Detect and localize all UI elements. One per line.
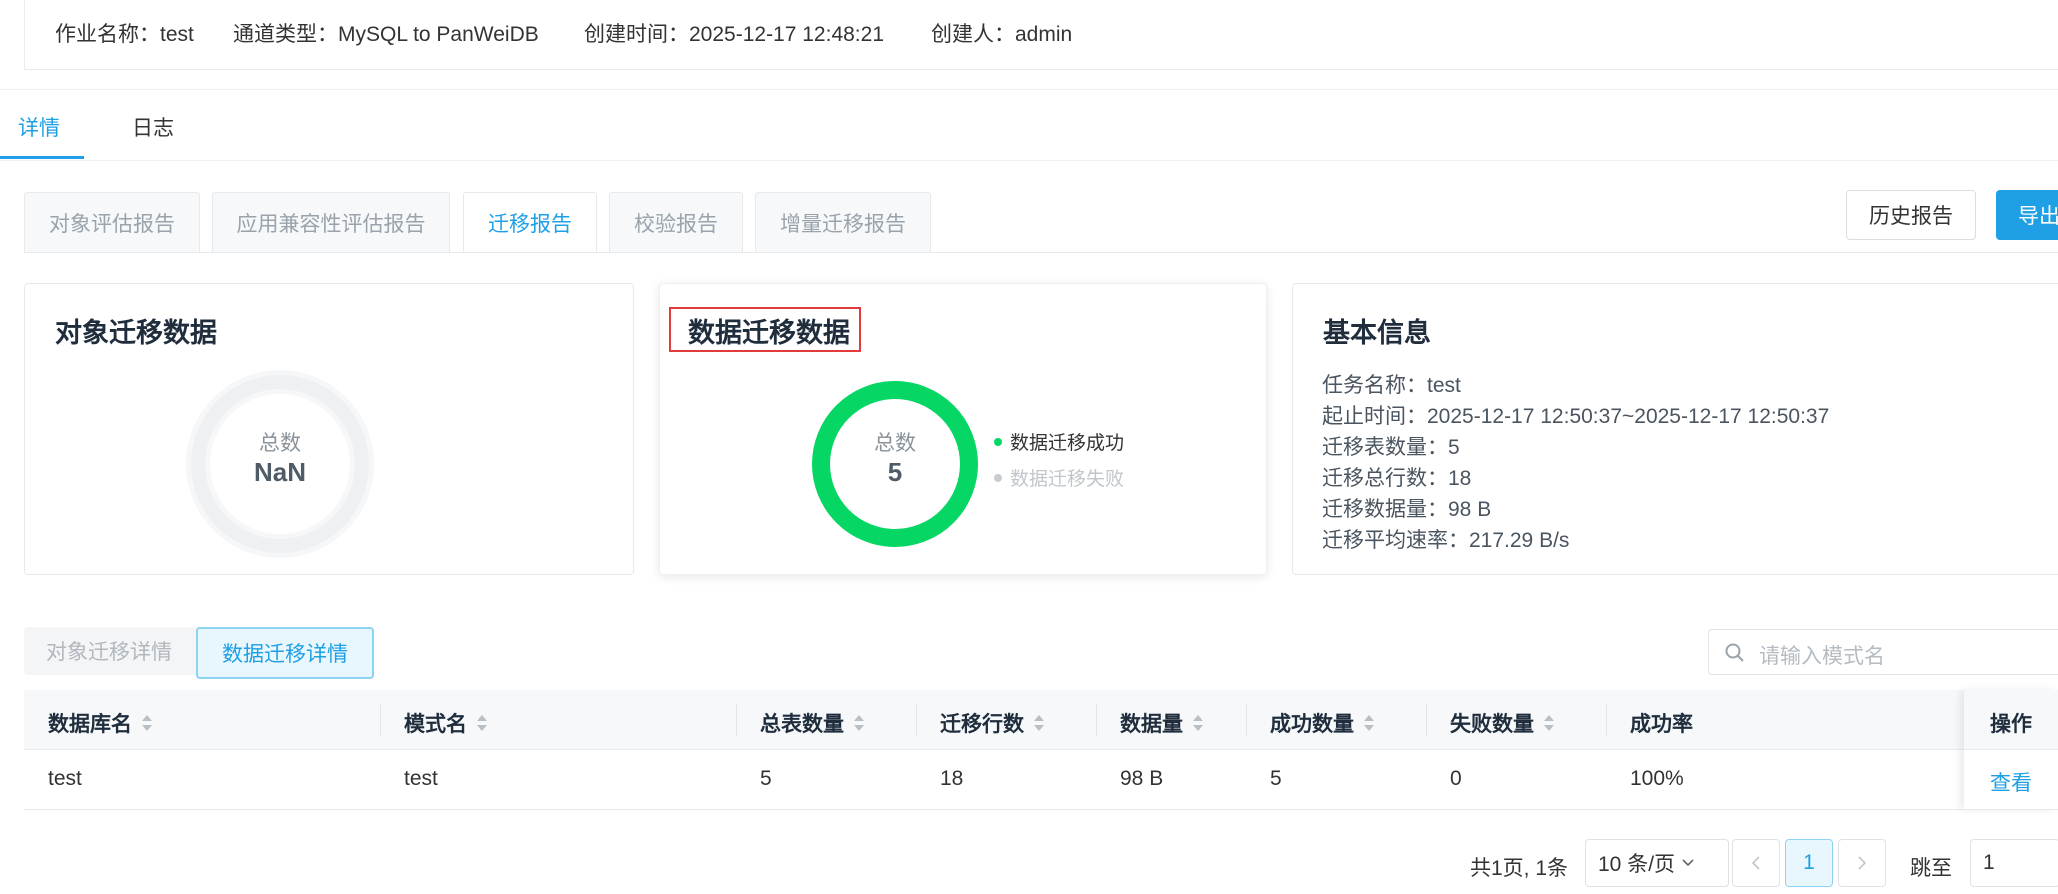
- legend-success: 数据迁移成功: [994, 428, 1124, 455]
- chevron-left-icon: [1751, 856, 1760, 870]
- chevron-right-icon: [1858, 856, 1867, 870]
- donut-total-label: 总数: [874, 432, 916, 455]
- fixed-action-column-shadow: [1964, 690, 2058, 810]
- sort-icon: [477, 715, 487, 731]
- legend-dot: [994, 437, 1002, 446]
- chevron-down-icon: [1682, 859, 1694, 867]
- card-title: 对象迁移数据: [55, 318, 217, 348]
- cell-data-volume: 98 B: [1120, 767, 1164, 790]
- col-header-success-rate: 成功率: [1630, 713, 1693, 736]
- cell-row-count: 18: [940, 767, 964, 790]
- creator: 创建人：admin: [931, 23, 1073, 46]
- page-size-select[interactable]: 10 条/页: [1585, 839, 1729, 887]
- sort-icon: [1034, 715, 1044, 731]
- legend-label: 数据迁移成功: [1010, 433, 1125, 454]
- cell-schema: test: [404, 767, 438, 790]
- tab-app-compat-assessment[interactable]: 应用兼容性评估报告: [212, 192, 450, 252]
- search-icon: [1725, 643, 1744, 662]
- info-avg-rate: 迁移平均速率：217.29 B/s: [1322, 529, 1570, 552]
- donut-total-label: 总数: [259, 432, 301, 455]
- divider: [0, 160, 2058, 161]
- legend-failure: 数据迁移失败: [994, 464, 1124, 491]
- cell-success-count: 5: [1270, 767, 1282, 790]
- detail-toggle-group: 对象迁移详情 数据迁移详情: [24, 627, 374, 679]
- col-header-data-volume[interactable]: 数据量: [1120, 708, 1203, 738]
- jump-label: 跳至: [1910, 857, 1952, 880]
- sort-icon: [854, 715, 864, 731]
- pagination-summary: 共1页, 1条: [1470, 857, 1569, 880]
- active-tab-indicator: [0, 156, 84, 159]
- info-task-name: 任务名称：test: [1322, 374, 1461, 397]
- table-header: 数据库名 模式名 总表数量 迁移行数 数据量 成功数量 失败数量 成功率 操作: [24, 690, 2058, 750]
- prev-page-button[interactable]: [1732, 839, 1780, 887]
- tab-details[interactable]: 详情: [18, 112, 60, 142]
- col-header-fail-count[interactable]: 失败数量: [1450, 708, 1554, 738]
- divider: [0, 89, 2058, 90]
- cell-table-count: 5: [760, 767, 772, 790]
- card-title: 基本信息: [1323, 318, 1431, 348]
- history-report-button[interactable]: 历史报告: [1846, 190, 1976, 240]
- tab-verification-report[interactable]: 校验报告: [609, 192, 743, 252]
- donut-total-value: NaN: [253, 457, 306, 487]
- highlight-box: [669, 307, 861, 352]
- job-name: 作业名称：test: [55, 23, 194, 46]
- next-page-button[interactable]: [1838, 839, 1886, 887]
- page-number-button[interactable]: 1: [1785, 839, 1833, 887]
- export-button[interactable]: 导出: [1996, 190, 2058, 240]
- sort-icon: [142, 715, 152, 731]
- legend-dot: [994, 473, 1002, 482]
- col-header-database[interactable]: 数据库名: [48, 708, 152, 738]
- toggle-object-details[interactable]: 对象迁移详情: [24, 627, 194, 675]
- job-info-bar: 作业名称：test 通道类型：MySQL to PanWeiDB 创建时间：20…: [24, 0, 2058, 70]
- info-time-range: 起止时间：2025-12-17 12:50:37~2025-12-17 12:5…: [1322, 405, 1830, 428]
- info-data-volume: 迁移数据量：98 B: [1322, 498, 1492, 521]
- tabs-baseline: [24, 252, 2058, 253]
- donut-total-value: 5: [887, 457, 903, 487]
- cell-success-rate: 100%: [1630, 767, 1684, 790]
- page-size-value: 10 条/页: [1598, 853, 1676, 876]
- search-input[interactable]: 请输入模式名: [1708, 629, 2058, 675]
- sort-icon: [1544, 715, 1554, 731]
- info-row-count: 迁移总行数：18: [1322, 467, 1472, 490]
- sort-icon: [1364, 715, 1374, 731]
- table-row: test test 5 18 98 B 5 0 100% 查看: [24, 750, 2058, 810]
- info-table-count: 迁移表数量：5: [1322, 436, 1460, 459]
- cell-fail-count: 0: [1450, 767, 1462, 790]
- object-migration-card: 对象迁移数据 总数 NaN: [24, 283, 634, 575]
- sort-icon: [1193, 715, 1203, 731]
- col-header-row-count[interactable]: 迁移行数: [940, 708, 1044, 738]
- channel-type: 通道类型：MySQL to PanWeiDB: [233, 23, 539, 46]
- tab-object-assessment[interactable]: 对象评估报告: [24, 192, 200, 252]
- tab-logs[interactable]: 日志: [132, 112, 174, 142]
- jump-page-input[interactable]: 1: [1970, 839, 2058, 887]
- cell-database: test: [48, 767, 82, 790]
- tab-migration-report[interactable]: 迁移报告: [463, 192, 597, 253]
- col-header-success-count[interactable]: 成功数量: [1270, 708, 1374, 738]
- created-time: 创建时间：2025-12-17 12:48:21: [584, 23, 884, 46]
- tab-incremental-report[interactable]: 增量迁移报告: [755, 192, 931, 252]
- toggle-data-details[interactable]: 数据迁移详情: [196, 627, 374, 679]
- col-header-schema[interactable]: 模式名: [404, 708, 487, 738]
- col-header-table-count[interactable]: 总表数量: [760, 708, 864, 738]
- legend-label: 数据迁移失败: [1010, 469, 1125, 490]
- search-placeholder: 请输入模式名: [1759, 645, 1885, 668]
